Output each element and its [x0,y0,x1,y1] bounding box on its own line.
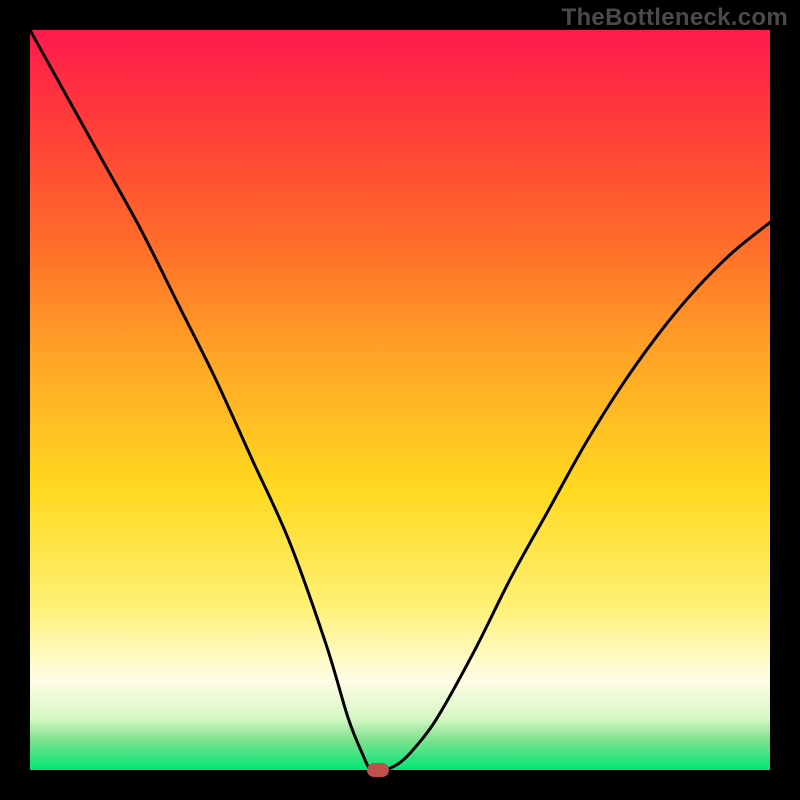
minimum-marker [367,763,389,777]
watermark-text: TheBottleneck.com [562,4,788,32]
bottleneck-curve [30,30,770,770]
plot-area [30,30,770,770]
chart-frame: TheBottleneck.com [0,0,800,800]
